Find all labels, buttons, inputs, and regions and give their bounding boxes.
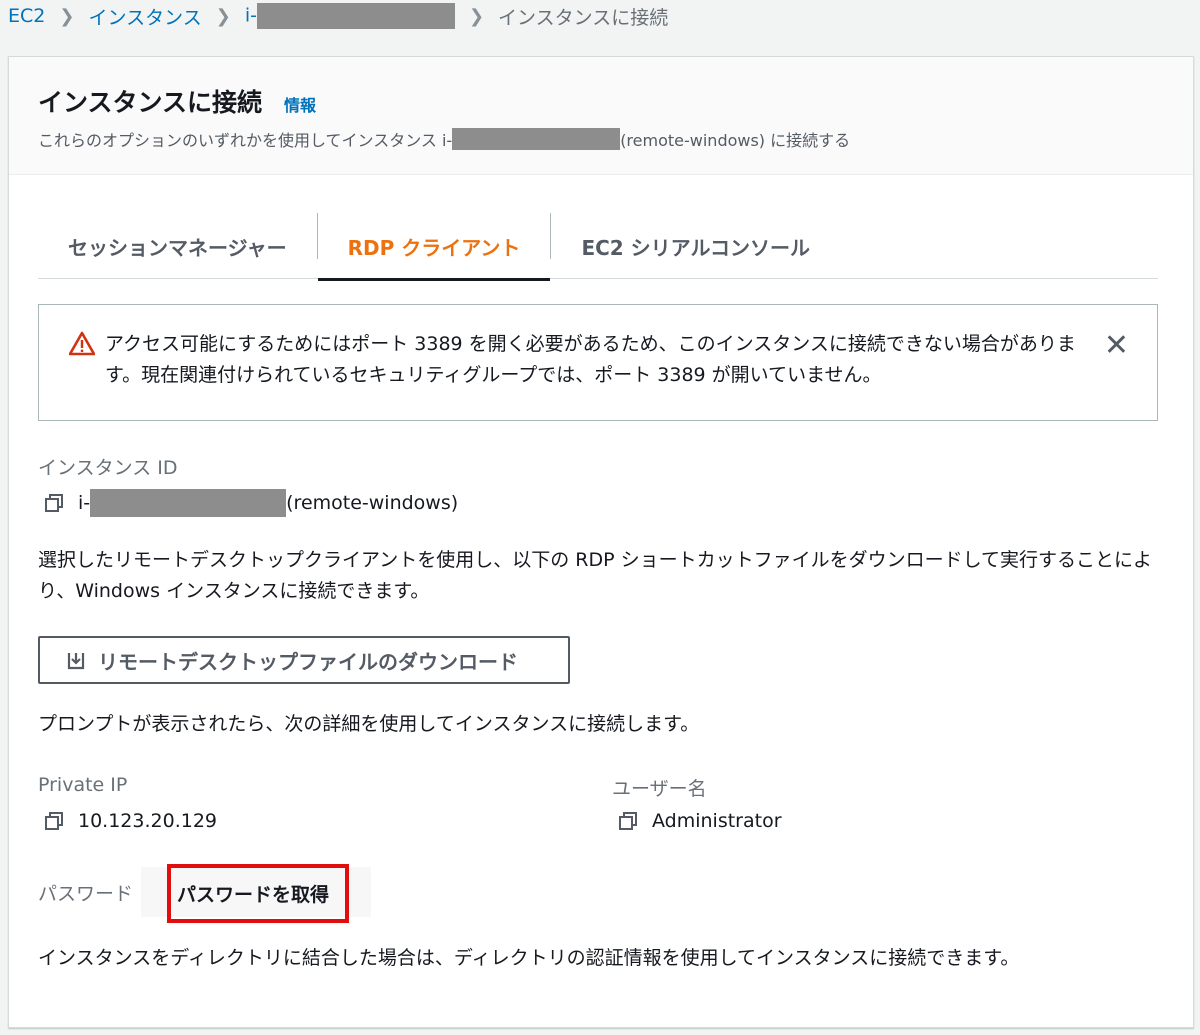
instance-id-prefix: i- [78,492,91,514]
warning-alert: アクセス可能にするためにはポート 3389 を開く必要があるため、このインスタン… [38,304,1158,421]
get-password-button[interactable]: パスワードを取得 [167,864,349,923]
redacted-instance-id [452,128,621,150]
private-ip-value-row: 10.123.20.129 [44,810,217,832]
username-value-row: Administrator [618,810,782,832]
copy-icon[interactable] [618,811,638,831]
password-label: パスワード [38,883,134,905]
info-link[interactable]: 情報 [284,92,316,116]
get-password-label: パスワードを取得 [177,884,330,906]
instance-id-label: インスタンス ID [38,457,178,479]
breadcrumb-ec2-link[interactable]: EC2 [8,5,45,27]
username-value: Administrator [652,810,782,832]
download-button-label: リモートデスクトップファイルのダウンロード [98,649,518,674]
breadcrumb-instances-link[interactable]: インスタンス [88,3,201,30]
redacted-instance-id [256,3,455,29]
download-rdp-file-button[interactable]: リモートデスクトップファイルのダウンロード [38,636,570,684]
copy-icon[interactable] [44,493,64,513]
description-suffix: (remote-windows) に接続する [620,131,851,150]
connection-tabs: セッションマネージャー RDP クライアント EC2 シリアルコンソール [38,213,1158,281]
breadcrumb-current: インスタンスに接続 [498,6,669,29]
instance-name: (remote-windows) [286,492,459,514]
close-icon[interactable]: ✕ [1104,331,1129,361]
download-icon [67,653,85,670]
breadcrumb: EC2 ❯ インスタンス ❯ i- ❯ インスタンスに接続 [0,0,1200,32]
description-prefix: これらのオプションのいずれかを使用してインスタンス i- [38,131,453,150]
directory-note: インスタンスをディレクトリに結合した場合は、ディレクトリの認証情報を使用してイン… [38,947,1020,969]
panel-description: これらのオプションのいずれかを使用してインスタンス i- (remote-win… [38,127,1193,151]
username-label: ユーザー名 [612,778,707,800]
copy-icon[interactable] [44,811,64,831]
private-ip-value: 10.123.20.129 [78,810,218,832]
breadcrumb-instance-link[interactable]: i- [245,3,455,29]
chevron-right-icon: ❯ [215,5,231,27]
rdp-description: 選択したリモートデスクトップクライアントを使用し、以下の RDP ショートカット… [38,549,1153,602]
connect-panel: インスタンスに接続 情報 これらのオプションのいずれかを使用してインスタンス i… [8,56,1194,1028]
tab-ec2-serial-console[interactable]: EC2 シリアルコンソール [551,213,840,279]
chevron-right-icon: ❯ [468,5,485,27]
breadcrumb-instance-prefix: i- [244,4,257,27]
panel-header: インスタンスに接続 情報 これらのオプションのいずれかを使用してインスタンス i… [9,57,1193,175]
private-ip-label: Private IP [38,774,128,796]
chevron-right-icon: ❯ [59,5,75,27]
prompt-text: プロンプトが表示されたら、次の詳細を使用してインスタンスに接続します。 [38,713,700,735]
tab-rdp-client[interactable]: RDP クライアント [317,213,551,281]
tab-session-manager[interactable]: セッションマネージャー [38,213,317,279]
page-title: インスタンスに接続 [38,88,263,117]
alert-message: アクセス可能にするためにはポート 3389 を開く必要があるため、このインスタン… [105,333,1076,386]
warning-icon [69,331,95,356]
instance-id-value: i- (remote-windows) [44,489,458,517]
redacted-instance-id [90,489,287,517]
